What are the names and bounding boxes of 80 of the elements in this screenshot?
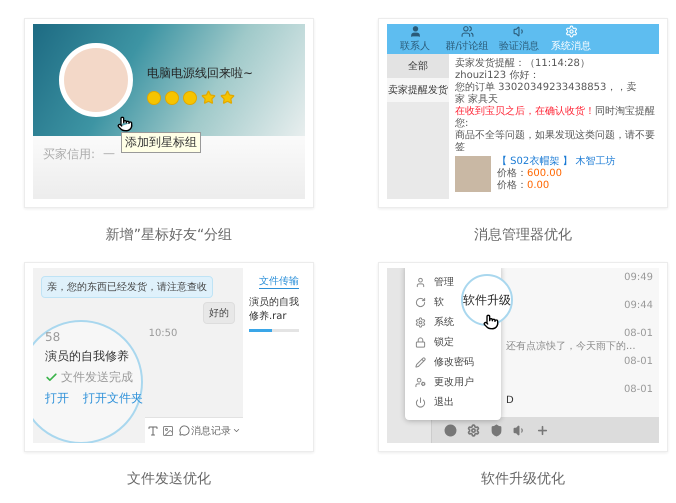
person-icon xyxy=(415,276,426,288)
conversation-item[interactable]: 09:49 xyxy=(624,272,653,300)
user-icon xyxy=(415,376,426,388)
history-button[interactable]: 消息记录 xyxy=(179,424,241,438)
image-icon[interactable] xyxy=(162,424,174,436)
people-icon xyxy=(460,25,474,38)
message-preview: 还有点凉快了，今天雨下的... xyxy=(506,340,636,353)
tab[interactable]: 群/讨论组 xyxy=(441,24,493,54)
chat-icon xyxy=(179,425,190,436)
file-link[interactable]: 打开文件夹 xyxy=(83,390,143,407)
message-time: 10:50 xyxy=(148,328,178,339)
contact-name: D xyxy=(506,395,514,406)
note-text: 商品不全等问题，如果发现这类问题，请不要签 xyxy=(455,130,655,154)
magnified-label: 软件升级 xyxy=(463,292,511,308)
file-name: 演员的自我修养 xyxy=(45,348,130,365)
gear-icon xyxy=(415,316,426,328)
feature-caption: 软件升级优化 xyxy=(481,470,565,489)
category-item[interactable]: 全部 xyxy=(387,54,449,78)
gear-icon xyxy=(564,25,578,38)
warning-text: 在收到宝贝之后，在确认收货！同时淘宝提醒您: xyxy=(455,106,655,130)
circle-icon[interactable] xyxy=(444,424,457,436)
hand-cursor-icon xyxy=(117,116,133,132)
menu-item[interactable]: 管理 xyxy=(405,272,456,292)
feature-caption: 消息管理器优化 xyxy=(474,226,572,245)
menu-item[interactable]: 修改密码 xyxy=(405,352,476,372)
file-link[interactable]: 打开 xyxy=(45,390,69,407)
speaker-icon xyxy=(512,25,526,38)
star-icon xyxy=(220,90,235,105)
caret-icon xyxy=(232,426,241,435)
conversation-time: 09:44 xyxy=(624,300,653,311)
file-number: 58 xyxy=(45,330,62,344)
price-text: 价格：0.00 xyxy=(497,180,550,192)
message-title: 卖家发货提醒：（11:14:28） xyxy=(455,58,591,70)
category-item[interactable]: 卖家提醒发货 xyxy=(387,78,449,102)
plus-icon[interactable] xyxy=(536,424,549,436)
settings-icon[interactable] xyxy=(467,424,480,436)
side-tab[interactable]: 文件传输 xyxy=(259,274,299,289)
conversation-item[interactable]: 08-01 D xyxy=(506,384,653,412)
menu-item[interactable]: 系统 xyxy=(405,312,456,332)
menu-item[interactable]: 软 xyxy=(405,292,446,312)
lock-icon xyxy=(415,336,426,348)
tooltip: 添加到星标组 xyxy=(121,132,201,153)
conversation-time: 08-01 xyxy=(624,328,653,339)
feature-caption: 文件发送优化 xyxy=(127,470,211,489)
send-status: 文件发送完成 xyxy=(45,369,141,386)
conversation-item[interactable]: 08-01 还有点凉快了，今天雨下的... xyxy=(506,328,653,356)
chat-bubble: 好的 xyxy=(203,302,235,324)
person-icon xyxy=(408,25,422,38)
menu-item[interactable]: 退出 xyxy=(405,392,456,412)
order-text: 您的订单 33020349233438853，，卖家 家具天 xyxy=(455,82,638,106)
price-text: 价格：600.00 xyxy=(497,168,563,180)
tab[interactable]: 联系人 xyxy=(389,24,441,54)
tab[interactable]: 验证消息 xyxy=(493,24,545,54)
refresh-icon xyxy=(415,296,426,308)
conversation-time: 08-01 xyxy=(624,356,653,367)
power-icon xyxy=(415,396,426,408)
speaker-icon[interactable] xyxy=(513,424,526,436)
shield-icon[interactable] xyxy=(490,424,503,436)
coin-icon xyxy=(147,90,161,104)
chat-bubble: 亲，您的东西已经发货，请注意查收 xyxy=(41,276,213,298)
conversation-item[interactable]: 09:44 xyxy=(624,300,653,328)
font-icon[interactable] xyxy=(147,424,159,436)
conversation-time: 08-01 xyxy=(624,384,653,395)
greeting-text: zhouzi123 你好： xyxy=(455,70,540,82)
credit-label: 买家信用: xyxy=(43,146,96,163)
coin-icon xyxy=(183,90,197,104)
status-text: 电脑电源线回来啦~ xyxy=(147,65,254,82)
conversation-time: 09:49 xyxy=(624,272,653,283)
star-icon xyxy=(201,90,216,105)
transfer-file-name: 演员的自我修养.rar xyxy=(249,296,299,323)
photo-placeholder xyxy=(455,156,491,192)
product-link[interactable]: 【 S02衣帽架 】 木智工坊 xyxy=(497,156,616,168)
conversation-item[interactable]: 08-01 xyxy=(624,356,653,384)
coin-icon xyxy=(165,90,179,104)
pencil-icon xyxy=(415,356,426,368)
check-icon xyxy=(45,371,58,384)
menu-item[interactable]: 锁定 xyxy=(405,332,456,352)
feature-caption: 新增”星标好友“分组 xyxy=(106,226,232,245)
credit-value: — xyxy=(103,146,116,162)
menu-item[interactable]: 更改用户 xyxy=(405,372,476,392)
